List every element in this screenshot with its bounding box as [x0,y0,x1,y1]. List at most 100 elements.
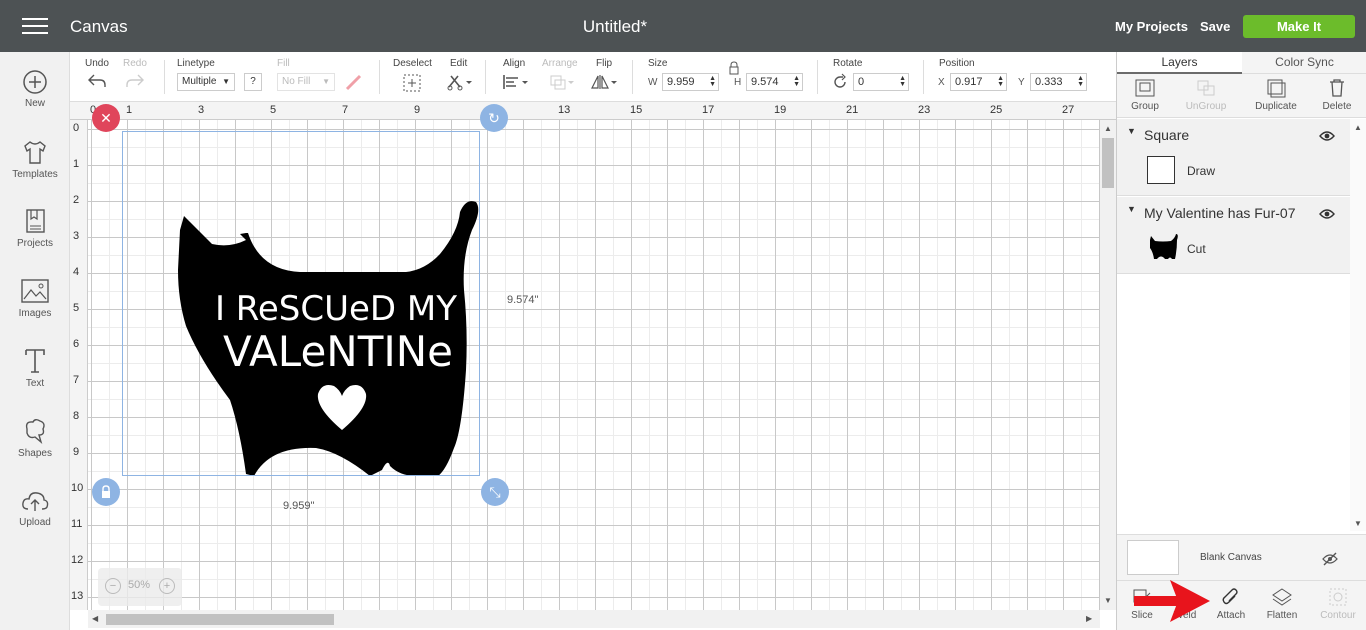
tool-label: Flatten [1266,610,1298,621]
flatten-icon [1272,588,1292,606]
width-label: W [648,77,658,88]
edit-icon[interactable] [446,72,476,92]
collapse-arrow-icon[interactable]: ▼ [1127,126,1136,136]
plus-circle-icon [23,70,47,94]
scroll-left-icon[interactable]: ◀ [92,614,98,623]
lock-ratio-icon[interactable] [728,61,740,75]
sidebar-label: Templates [12,169,58,180]
layer-group-header[interactable]: ▼ My Valentine has Fur-07 [1117,200,1350,228]
layer-group-name: Square [1144,127,1190,143]
duplicate-icon [1267,79,1286,98]
x-label: X [938,77,945,88]
redo-icon[interactable] [125,73,145,89]
scroll-right-icon[interactable]: ▶ [1086,614,1092,623]
zoom-in-button[interactable]: + [159,578,175,594]
layer-group-header[interactable]: ▼ Square [1117,122,1350,150]
flatten-button[interactable]: Flatten [1257,587,1307,621]
canvas-horizontal-scrollbar[interactable]: ◀ ▶ [88,610,1100,628]
lock-handle-icon[interactable] [92,478,120,506]
ruler-tick-label: 8 [73,410,80,422]
scroll-thumb[interactable] [106,614,334,625]
duplicate-button[interactable]: Duplicate [1253,78,1299,112]
delete-handle-icon[interactable]: ✕ [92,104,120,132]
blank-canvas-swatch[interactable] [1127,540,1179,575]
y-position-input[interactable]: 0.333 ▲ ▼ [1030,73,1087,91]
ruler-tick-label: 0 [73,122,80,134]
deselect-icon[interactable] [402,73,422,93]
linetype-help-button[interactable]: ? [244,73,262,91]
zoom-control: − 50% + [98,568,182,606]
zoom-out-button[interactable]: − [105,578,121,594]
fill-color-swatch-icon[interactable] [344,73,364,91]
arrange-icon[interactable] [548,73,576,91]
ruler-tick-label: 5 [270,104,277,116]
sidebar-item-upload[interactable]: Upload [0,488,70,528]
fill-select[interactable]: No Fill ▼ [277,73,335,91]
layer-item[interactable]: Cut [1117,228,1350,274]
width-dimension-label: 9.959" [283,500,315,512]
ruler-tick-label: 11 [71,518,83,530]
canvas-vertical-scrollbar[interactable]: ▲ ▼ [1100,120,1116,610]
ruler-tick-label: 9 [73,446,80,458]
rotate-handle-icon[interactable]: ↻ [480,104,508,132]
save-button[interactable]: Save [1200,19,1230,34]
visibility-eye-icon[interactable] [1319,130,1335,142]
sidebar-item-projects[interactable]: Projects [0,207,70,249]
align-label: Align [503,58,526,69]
hidden-eye-icon[interactable] [1322,552,1338,566]
sidebar-item-images[interactable]: Images [0,277,70,319]
contour-button[interactable]: Contour [1313,587,1363,621]
flip-icon[interactable] [590,73,620,91]
sidebar-item-text[interactable]: Text [0,347,70,389]
make-it-button[interactable]: Make It [1243,15,1355,38]
width-input[interactable]: 9.959 ▲ ▼ [662,73,719,91]
ruler-tick-label: 27 [1062,104,1075,116]
collapse-arrow-icon[interactable]: ▼ [1127,204,1136,214]
sidebar-item-templates[interactable]: Templates [0,138,70,180]
text-icon [25,349,45,373]
ruler-tick-label: 17 [702,104,715,116]
delete-button[interactable]: Delete [1319,78,1355,112]
sidebar-label: Projects [16,238,54,249]
layer-group-name: My Valentine has Fur-07 [1144,205,1296,221]
visibility-eye-icon[interactable] [1319,208,1335,220]
linetype-label: Linetype [177,58,215,69]
layer-item[interactable]: Draw [1117,150,1350,196]
x-position-input[interactable]: 0.917 ▲ ▼ [950,73,1007,91]
ruler-tick-label: 25 [990,104,1003,116]
scroll-up-icon[interactable]: ▲ [1104,124,1112,133]
arrange-label: Arrange [542,58,578,69]
height-input[interactable]: 9.574 ▲ ▼ [746,73,803,91]
ruler-tick-label: 2 [73,194,80,206]
contour-icon [1329,588,1347,606]
ruler-tick-label: 5 [73,302,80,314]
ruler-tick-label: 6 [73,338,80,350]
ungroup-button[interactable]: UnGroup [1183,78,1229,112]
undo-icon[interactable] [87,73,107,89]
rotate-input[interactable]: 0 ▲ ▼ [853,73,909,91]
sidebar-item-shapes[interactable]: Shapes [0,417,70,459]
projects-icon [26,209,45,233]
layers-scrollbar[interactable]: ▲ ▼ [1350,119,1366,531]
tab-color-sync[interactable]: Color Sync [1242,52,1366,74]
scroll-down-icon[interactable]: ▼ [1354,519,1362,528]
tool-label: Group [1131,101,1159,112]
toolbar-divider [632,60,633,94]
group-button[interactable]: Group [1127,78,1163,112]
ruler-tick-label: 10 [71,482,84,494]
height-value: 9.574 [751,76,779,88]
tool-label: Attach [1216,610,1246,621]
sidebar-item-new[interactable]: New [0,69,70,109]
linetype-select[interactable]: Multiple ▼ [177,73,235,91]
scroll-down-icon[interactable]: ▼ [1104,596,1112,605]
align-icon[interactable] [502,73,530,91]
shirt-icon [24,141,46,164]
toolbar-divider [485,60,486,94]
tab-layers[interactable]: Layers [1117,52,1242,74]
redo-label: Redo [123,58,147,69]
scroll-up-icon[interactable]: ▲ [1354,123,1362,132]
scroll-thumb[interactable] [1102,138,1114,188]
my-projects-link[interactable]: My Projects [1115,19,1188,34]
ruler-tick-label: 12 [71,554,84,566]
resize-handle-icon[interactable]: ⤡ [481,478,509,506]
